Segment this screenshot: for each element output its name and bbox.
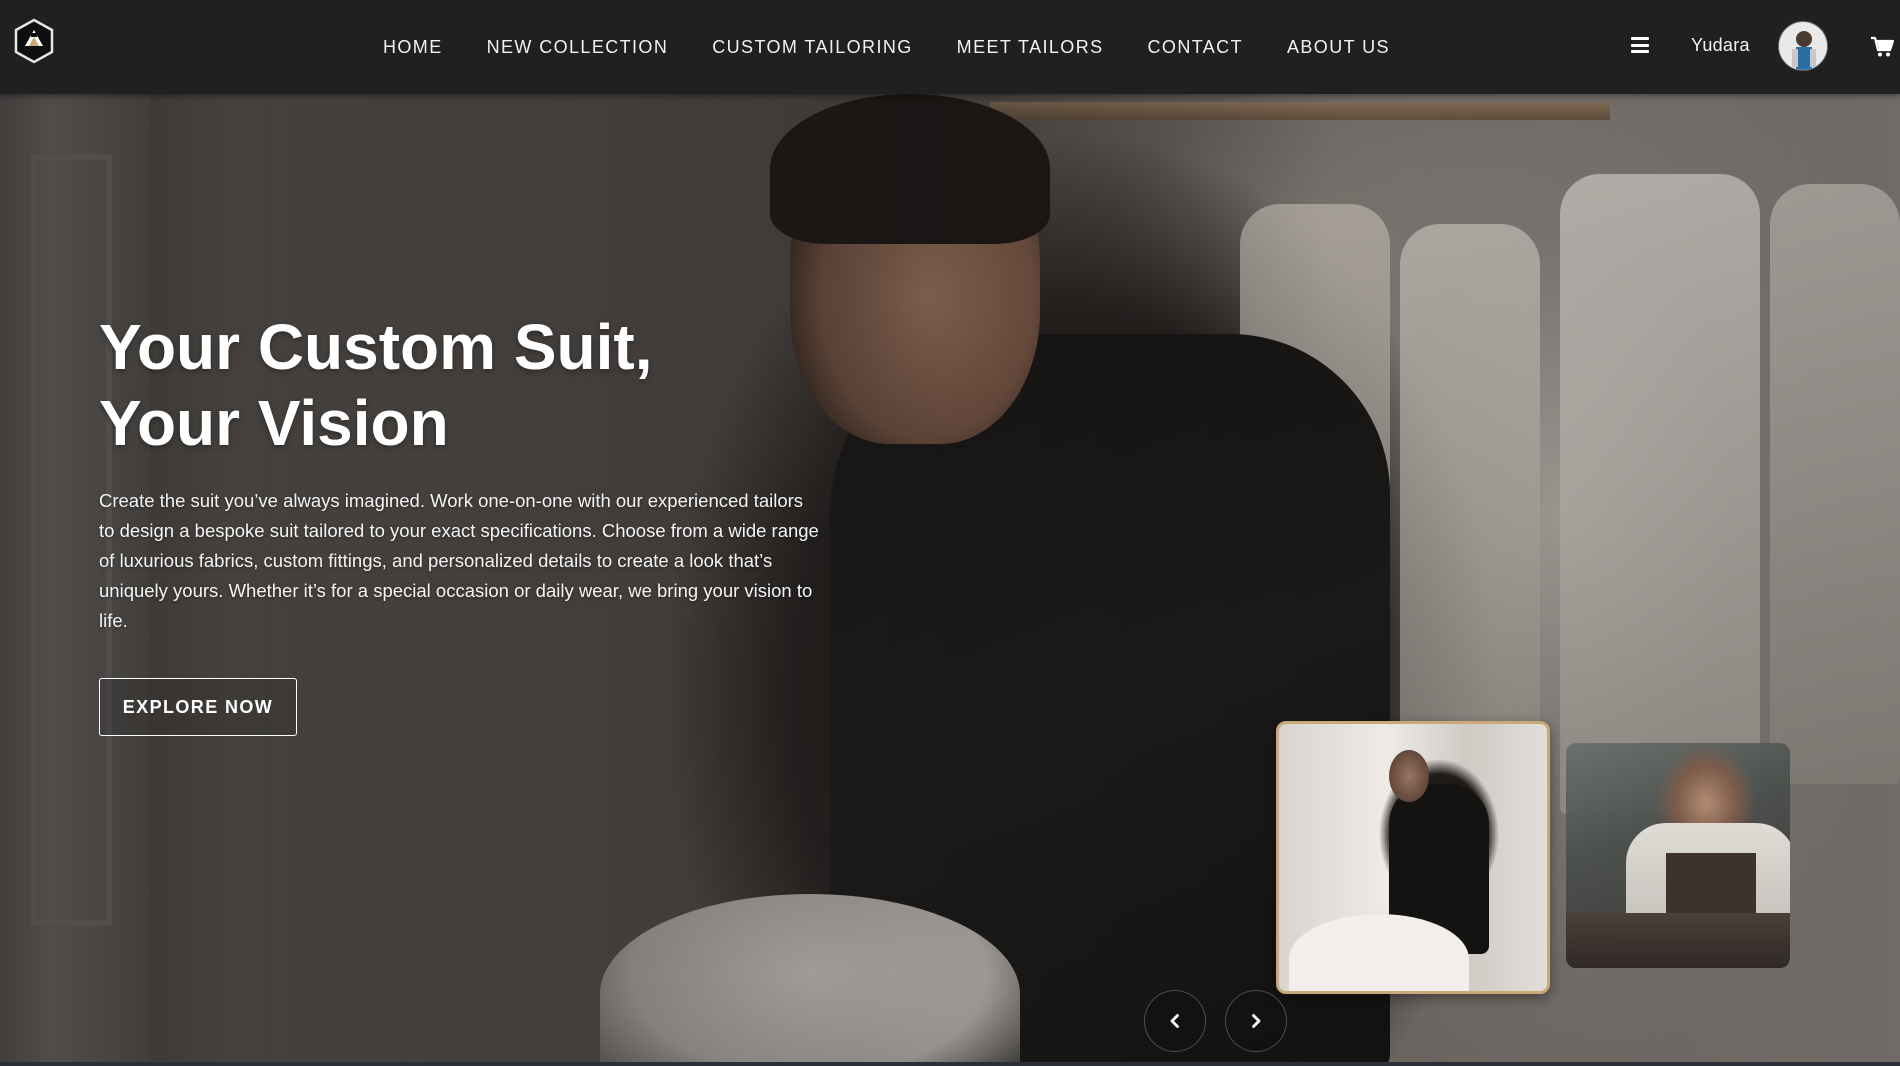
hamburger-menu-icon[interactable] xyxy=(1631,37,1649,53)
nav-custom-tailoring-link[interactable]: CUSTOM TAILORING xyxy=(712,37,912,58)
hero-title: Your Custom Suit, Your Vision xyxy=(99,309,799,461)
chevron-left-icon xyxy=(1170,1014,1179,1028)
hero-title-line-2: Your Vision xyxy=(99,387,449,459)
carousel-prev-button[interactable] xyxy=(1144,990,1206,1052)
main-nav: HOME NEW COLLECTION CUSTOM TAILORING MEE… xyxy=(383,0,1434,94)
shopping-cart-icon[interactable] xyxy=(1870,36,1895,58)
carousel-thumbnail[interactable] xyxy=(1566,743,1790,968)
nav-new-collection-link[interactable]: NEW COLLECTION xyxy=(487,37,669,58)
carousel-thumbnail-active[interactable] xyxy=(1276,721,1550,994)
nav-contact-link[interactable]: CONTACT xyxy=(1148,37,1243,58)
user-avatar[interactable] xyxy=(1778,21,1828,71)
hero-section: Your Custom Suit, Your Vision Create the… xyxy=(0,94,1900,1062)
explore-now-button[interactable]: EXPLORE NOW xyxy=(99,678,297,736)
navbar: HOME NEW COLLECTION CUSTOM TAILORING MEE… xyxy=(0,0,1900,94)
user-name[interactable]: Yudara xyxy=(1691,35,1750,56)
nav-home-link[interactable]: HOME xyxy=(383,37,443,58)
chevron-right-icon xyxy=(1252,1014,1261,1028)
hero-description: Create the suit you’ve always imagined. … xyxy=(99,490,819,631)
page-bottom-border xyxy=(0,1062,1900,1066)
nav-about-us-link[interactable]: ABOUT US xyxy=(1287,37,1390,58)
carousel-next-button[interactable] xyxy=(1225,990,1287,1052)
hero-title-line-1: Your Custom Suit, xyxy=(99,311,653,383)
nav-meet-tailors-link[interactable]: MEET TAILORS xyxy=(957,37,1104,58)
brand-logo-icon[interactable] xyxy=(14,18,54,64)
